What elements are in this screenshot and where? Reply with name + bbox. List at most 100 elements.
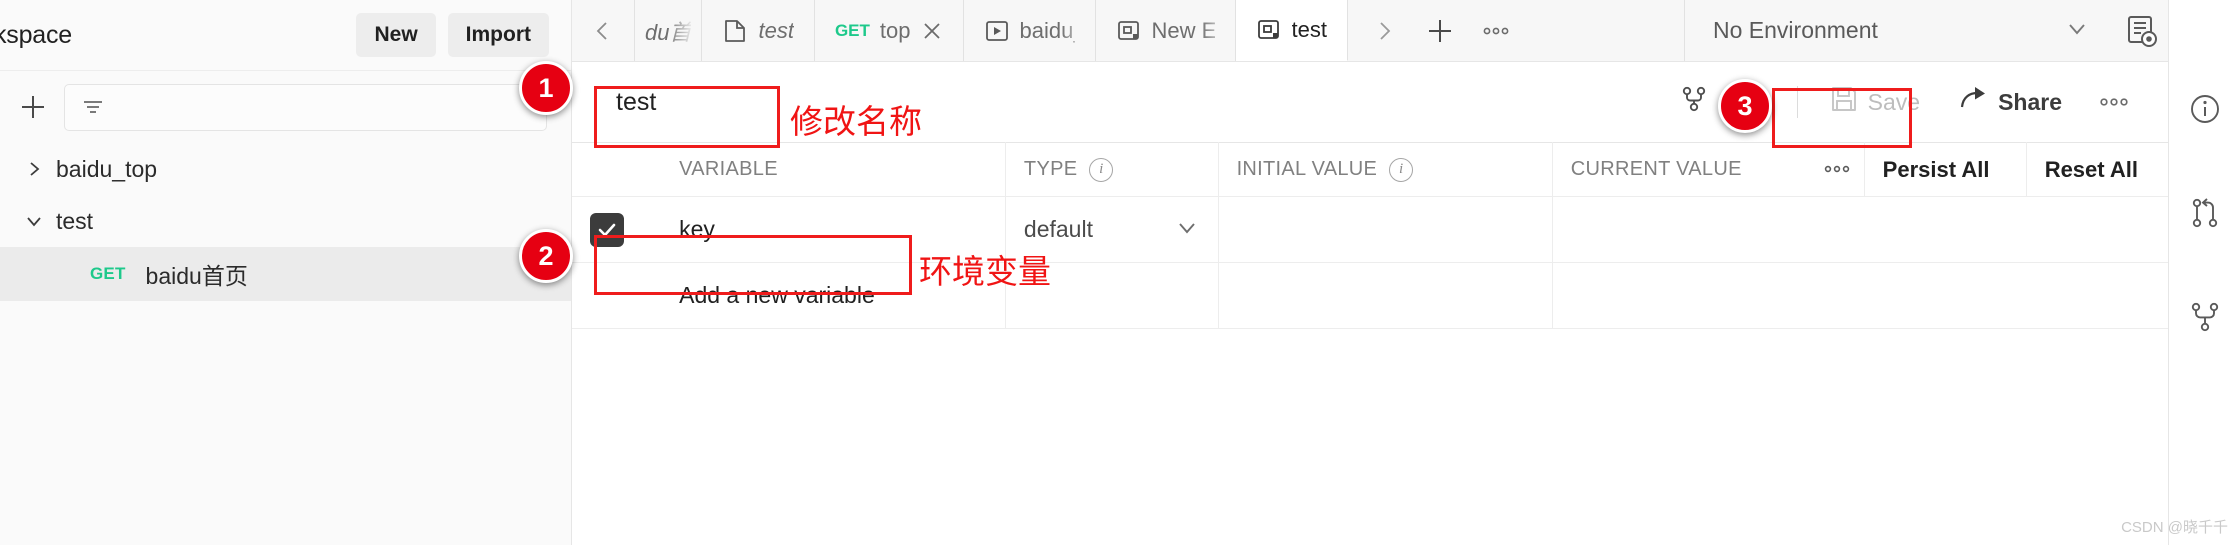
chevron-right-icon xyxy=(1380,21,1391,40)
variables-table-wrap: VARIABLE TYPE i INITIAL VALUE i CURRENT … xyxy=(572,142,2168,545)
tabs-scroll-right-button[interactable] xyxy=(1358,5,1410,57)
tab-new-environment[interactable]: New En xyxy=(1096,0,1236,61)
action-divider xyxy=(1796,86,1798,118)
table-row-new: Add a new variable xyxy=(572,262,2168,329)
pull-request-icon xyxy=(2192,198,2217,228)
new-tab-button[interactable] xyxy=(1414,5,1466,57)
table-header-row: VARIABLE TYPE i INITIAL VALUE i CURRENT … xyxy=(572,142,2168,197)
info-circle-icon xyxy=(2190,95,2219,123)
header-variable: VARIABLE xyxy=(661,142,1006,197)
tab-bar: du首 test GET top baidu New test No Envir… xyxy=(572,0,2168,62)
environment-name-input[interactable]: test xyxy=(598,78,798,127)
tabs-scroll-left-button[interactable] xyxy=(572,0,634,61)
row-current-value-cell[interactable] xyxy=(1552,196,2168,263)
persist-all-button[interactable]: Persist All xyxy=(1864,142,2027,197)
rail-pull-request-button[interactable] xyxy=(2182,190,2228,236)
tab-du-first[interactable]: du首 xyxy=(634,0,703,61)
environment-quick-look-icon xyxy=(2128,15,2157,47)
tree-item-test[interactable]: test xyxy=(0,195,571,247)
tab-label: test xyxy=(1291,17,1327,42)
tab-test-environment[interactable]: test xyxy=(1235,0,1348,61)
info-icon[interactable]: i xyxy=(1389,157,1414,182)
document-icon xyxy=(722,18,748,44)
header-type-label: TYPE xyxy=(1023,158,1078,180)
annotation-text-name: 修改名称 xyxy=(790,102,922,141)
filter-box[interactable] xyxy=(64,83,547,131)
tab-test-document[interactable]: test xyxy=(702,0,815,61)
share-label: Share xyxy=(1998,88,2062,115)
environment-icon xyxy=(1116,18,1142,44)
chevron-down-icon xyxy=(22,211,46,231)
environment-selected-label: No Environment xyxy=(1713,17,1878,43)
tree-item-baidu-top[interactable]: baidu_top xyxy=(0,143,571,195)
row-checkbox[interactable] xyxy=(590,212,624,247)
filter-input[interactable] xyxy=(115,96,532,118)
tab-bar-more-button[interactable] xyxy=(1470,5,1522,57)
table-row: key default xyxy=(572,196,2168,263)
tab-method: GET xyxy=(834,20,870,40)
chevron-right-icon xyxy=(22,159,46,179)
close-icon[interactable] xyxy=(921,20,943,42)
tab-get-top[interactable]: GET top xyxy=(815,0,964,61)
floppy-disk-icon xyxy=(1830,85,1858,119)
rail-info-button[interactable] xyxy=(2182,86,2228,132)
sidebar-toolbar xyxy=(0,71,571,143)
main-panel: du首 test GET top baidu New test No Envir… xyxy=(572,0,2168,545)
share-button[interactable]: Share xyxy=(1942,76,2078,128)
app-window: kspace New Import baidu_top test GET bai… xyxy=(0,0,2240,545)
save-label: Save xyxy=(1867,88,1921,115)
tree-request-baidu[interactable]: GET baidu首页 xyxy=(0,247,571,301)
annotation-badge-3: 3 xyxy=(1718,79,1772,133)
ellipsis-icon xyxy=(2100,98,2128,106)
environment-icon xyxy=(1256,17,1282,43)
header-initial-value-label: INITIAL VALUE xyxy=(1236,158,1378,180)
header-current-value-label: CURRENT VALUE xyxy=(1570,158,1742,180)
runner-icon xyxy=(984,18,1010,44)
watermark: CSDN @晓千千 xyxy=(2121,519,2228,536)
table-more-button[interactable] xyxy=(1805,142,1865,197)
import-button[interactable]: Import xyxy=(447,13,549,57)
rail-fork-button[interactable] xyxy=(2182,294,2228,340)
new-row-checkbox-cell xyxy=(572,262,662,329)
row-checkbox-cell xyxy=(572,196,662,263)
environment-quick-look-button[interactable] xyxy=(2114,0,2168,61)
variables-table: VARIABLE TYPE i INITIAL VALUE i CURRENT … xyxy=(572,142,2168,329)
chevron-down-icon[interactable] xyxy=(1174,214,1200,246)
chevron-left-icon xyxy=(596,21,607,40)
check-icon xyxy=(598,223,616,236)
environment-more-button[interactable] xyxy=(2084,85,2144,119)
row-type-value: default xyxy=(1023,216,1093,242)
add-new-button[interactable] xyxy=(12,86,54,128)
tree-item-label: baidu_top xyxy=(56,155,158,182)
header-current-value: CURRENT VALUE xyxy=(1552,142,1806,197)
save-button[interactable]: Save xyxy=(1814,77,1936,127)
tab-label: du首 xyxy=(645,19,692,45)
info-icon[interactable]: i xyxy=(1089,157,1114,182)
row-initial-value-cell[interactable] xyxy=(1218,196,1553,263)
workspace-title: kspace xyxy=(0,20,73,49)
request-name: baidu首页 xyxy=(145,263,248,289)
tab-label: test xyxy=(758,17,794,43)
share-arrow-icon xyxy=(1958,84,1988,120)
tab-list: du首 test GET top baidu New test xyxy=(634,0,1348,61)
collection-tree: baidu_top test GET baidu首页 xyxy=(0,143,571,545)
ellipsis-icon xyxy=(1825,165,1850,173)
new-button[interactable]: New xyxy=(356,13,436,57)
chevron-down-icon xyxy=(2064,15,2090,46)
new-row-current-value-cell[interactable] xyxy=(1552,262,2168,329)
fork-icon xyxy=(1679,84,1709,120)
fork-icon xyxy=(2191,302,2218,332)
tab-baidu-runner[interactable]: baidu_t xyxy=(964,0,1096,61)
environment-selector[interactable]: No Environment xyxy=(1684,0,2114,61)
reset-all-button[interactable]: Reset All xyxy=(2026,142,2168,197)
sidebar-header: kspace New Import xyxy=(0,0,571,71)
tree-item-label: test xyxy=(56,207,94,234)
sidebar: kspace New Import baidu_top test GET bai… xyxy=(0,0,572,545)
ellipsis-icon xyxy=(1483,27,1509,34)
filter-icon xyxy=(79,93,107,121)
tab-label: baidu_t xyxy=(1019,17,1075,43)
select-all-header xyxy=(572,142,662,197)
new-row-initial-value-cell[interactable] xyxy=(1218,262,1553,329)
annotation-badge-1: 1 xyxy=(519,61,573,115)
header-initial-value: INITIAL VALUE i xyxy=(1218,142,1553,197)
